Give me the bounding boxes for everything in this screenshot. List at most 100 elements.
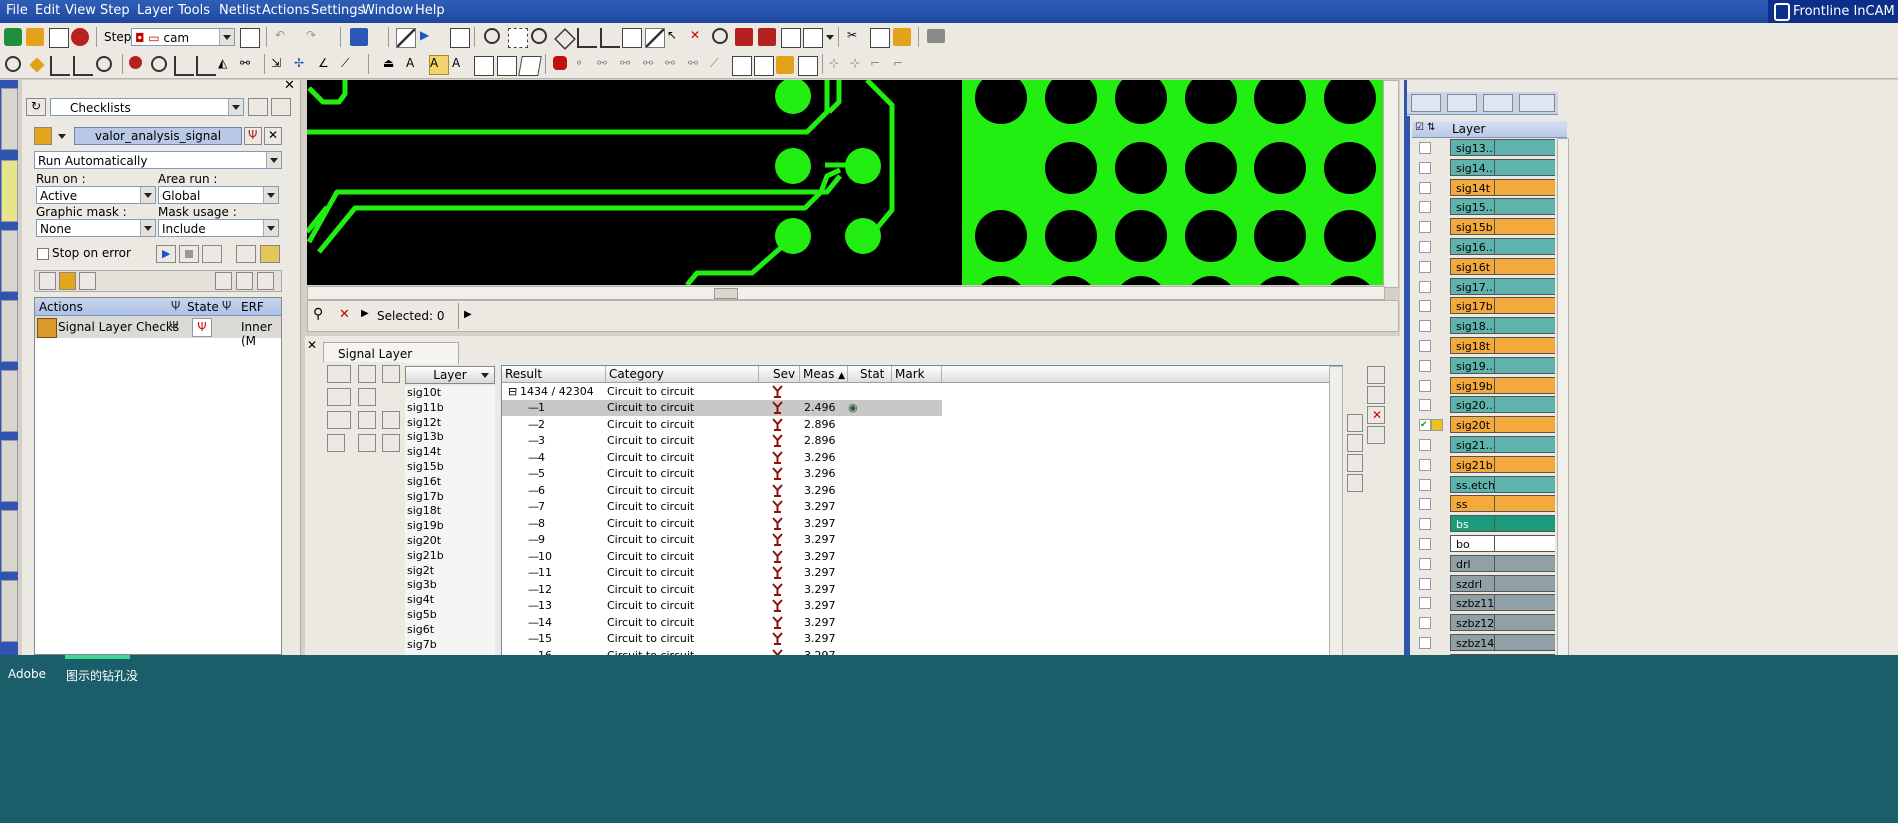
camera-icon[interactable] (382, 365, 400, 383)
layer-filter-header[interactable]: Layer (405, 366, 495, 384)
layer-row[interactable]: ✔ sig20t (1417, 415, 1555, 435)
layer-filter-item[interactable]: sig10t (405, 386, 495, 401)
open-results-icon[interactable] (260, 245, 280, 263)
table-row[interactable]: —3 Circuit to circuit 2.896 (502, 433, 942, 449)
checklist-filter-icon[interactable]: Ψ (244, 127, 262, 145)
tab-layers-icon[interactable] (1411, 94, 1441, 112)
knife-icon[interactable]: ⟋ (710, 56, 728, 74)
area-run-select[interactable]: Global (158, 186, 279, 204)
pointer-icon[interactable] (382, 411, 400, 429)
close-results-icon[interactable]: ✕ (307, 338, 317, 352)
step-menu-button[interactable] (240, 28, 260, 48)
action-cut-icon[interactable] (215, 272, 232, 290)
layer-checkbox[interactable] (1419, 617, 1431, 630)
layer-checkbox[interactable] (1419, 577, 1431, 590)
tab-scale-icon[interactable] (1519, 94, 1555, 112)
scale-icon[interactable]: ⚯ (240, 56, 258, 74)
col-mark[interactable]: Mark (892, 366, 942, 383)
table-row[interactable]: —7 Circuit to circuit 3.297 (502, 499, 942, 515)
close-job-icon[interactable] (71, 28, 89, 46)
delete-icon[interactable]: ✕ (1367, 406, 1385, 424)
layer-row[interactable]: sig21b (1417, 455, 1555, 475)
strip-tool-5-icon[interactable] (1, 370, 18, 432)
table-row[interactable]: —8 Circuit to circuit 3.297 (502, 516, 942, 532)
align-icon[interactable]: ⏏ (383, 56, 401, 74)
unselect-icon[interactable]: ✕ (690, 28, 708, 46)
table-row[interactable]: —12 Circuit to circuit 3.297 (502, 582, 942, 598)
table-row[interactable]: —2 Circuit to circuit 2.896 (502, 417, 942, 433)
strip-tool-8-icon[interactable] (1, 580, 18, 642)
new-job-icon[interactable] (4, 28, 22, 46)
layers-scrollbar[interactable] (1557, 138, 1569, 657)
layer-checkbox[interactable] (1419, 161, 1431, 174)
menu-actions[interactable]: Actions (262, 3, 310, 18)
layer-filter-item[interactable]: sig14t (405, 445, 495, 460)
run-mode-select[interactable]: Run Automatically (34, 151, 282, 169)
layer-row[interactable]: sig16... (1417, 237, 1555, 257)
layer-checkbox[interactable] (1419, 379, 1431, 392)
close-panel-icon[interactable]: ✕ (284, 78, 295, 93)
stop-on-error-checkbox[interactable] (37, 248, 49, 260)
tool-box-1-icon[interactable] (732, 56, 752, 76)
menu-view[interactable]: View (65, 3, 96, 18)
tab-edit-icon[interactable] (1447, 94, 1477, 112)
layer-row[interactable]: sig20... (1417, 395, 1555, 415)
layer-row[interactable]: ss (1417, 494, 1555, 514)
layer-row[interactable]: bs (1417, 514, 1555, 534)
menu-step[interactable]: Step (100, 3, 130, 18)
mirror-icon[interactable]: ◭ (218, 56, 236, 74)
tool-box-2-icon[interactable] (754, 56, 774, 76)
menu-help[interactable]: Help (415, 3, 445, 18)
zoom-home-icon[interactable] (531, 28, 547, 44)
layer-filter-list[interactable]: sig10t sig11b sig12t sig13b sig14t sig15b sig1… (405, 386, 495, 656)
action-config-icon[interactable] (79, 272, 96, 290)
tool-icon[interactable] (1367, 426, 1385, 444)
layer-checkbox[interactable] (1419, 518, 1431, 531)
table-row[interactable]: —14 Circuit to circuit 3.297 (502, 615, 942, 631)
layer-filter-item[interactable]: sig3b (405, 578, 495, 593)
layout-icon[interactable] (350, 28, 368, 46)
frame-c-icon[interactable] (518, 56, 542, 76)
state-col-header[interactable]: State (187, 300, 219, 314)
select-icon[interactable] (5, 56, 21, 72)
frame-b-icon[interactable] (497, 56, 517, 76)
play-icon[interactable]: ▶ (156, 245, 176, 263)
copy-feature-icon[interactable] (174, 56, 194, 76)
layer-filter-item[interactable]: sig16t (405, 475, 495, 490)
chevron-down-icon[interactable] (58, 134, 66, 139)
edit-icon[interactable] (1367, 366, 1385, 384)
layer-checkbox[interactable] (1419, 201, 1431, 214)
menu-tools[interactable]: Tools (178, 3, 210, 18)
move-bottom-icon[interactable] (1347, 474, 1363, 492)
clear-selection-icon[interactable]: ✕ (339, 307, 350, 322)
strip-tool-2-icon[interactable] (1, 160, 18, 222)
layer-checkbox[interactable] (1419, 280, 1431, 293)
cut-icon[interactable]: ✂ (847, 28, 865, 46)
add-arc-icon[interactable] (73, 56, 93, 76)
text-a-icon[interactable]: A (406, 56, 424, 74)
filter-icon[interactable]: ⚲ (313, 306, 323, 322)
layer-checkbox[interactable] (1419, 538, 1431, 550)
filter-icon[interactable] (327, 388, 351, 406)
open-icon[interactable] (26, 28, 44, 46)
table-row[interactable]: —4 Circuit to circuit 3.296 (502, 450, 942, 466)
layer-checkbox[interactable] (1419, 241, 1431, 253)
layer-filter-item[interactable]: sig20t (405, 534, 495, 549)
export-icon[interactable] (382, 434, 400, 452)
resize-icon[interactable]: ⇲ (271, 56, 289, 74)
layer-filter-item[interactable]: sig7b (405, 638, 495, 653)
checklist-name[interactable]: valor_analysis_signal (74, 127, 242, 145)
clear-highlight-icon[interactable] (735, 28, 753, 46)
magnet-icon[interactable] (553, 56, 567, 70)
col-result[interactable]: Result (502, 366, 606, 383)
copy-icon[interactable] (870, 28, 890, 48)
layer-checkbox[interactable] (1419, 221, 1431, 234)
zoom-icon[interactable] (484, 28, 500, 44)
run-icon[interactable]: ▶ (420, 28, 438, 46)
paste-icon[interactable] (893, 28, 911, 46)
action-paste-icon[interactable] (257, 272, 274, 290)
layer-row[interactable]: sig13... (1417, 138, 1555, 158)
action-row[interactable]: Signal Layer Checks Ψ Ψ Inner (M (35, 316, 281, 348)
clear-all-icon[interactable] (758, 28, 776, 46)
layer-filter-item[interactable]: sig5b (405, 608, 495, 623)
